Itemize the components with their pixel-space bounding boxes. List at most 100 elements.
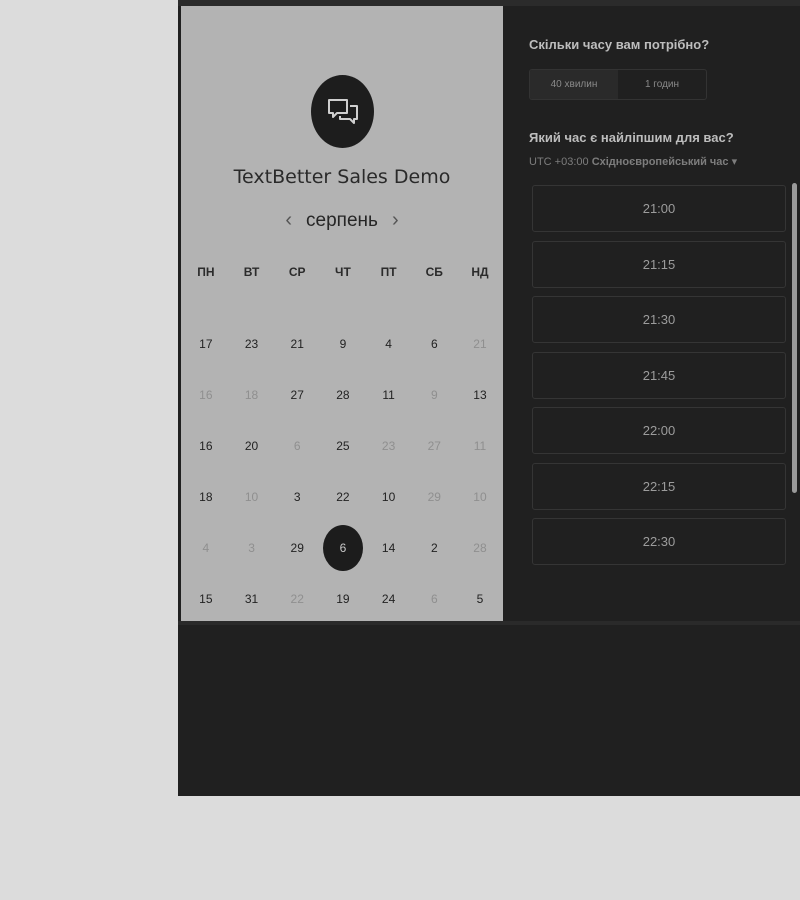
- calendar-day-number: 16: [199, 387, 213, 402]
- weekday-label: ВТ: [243, 265, 260, 279]
- calendar-day[interactable]: 16: [183, 420, 229, 471]
- calendar-day[interactable]: 24: [366, 573, 412, 624]
- calendar-day[interactable]: 6: [411, 573, 457, 624]
- time-slot-scrollbar[interactable]: [792, 183, 797, 493]
- calendar-day[interactable]: 27: [274, 369, 320, 420]
- calendar-day-number: 18: [199, 489, 213, 504]
- calendar-day[interactable]: 23: [366, 420, 412, 471]
- calendar-day[interactable]: 2: [411, 522, 457, 573]
- calendar-day[interactable]: 21: [274, 318, 320, 369]
- time-slot-button[interactable]: 21:30: [532, 296, 786, 343]
- calendar-week-row: 15 31 22 19 24 6 5: [183, 573, 503, 624]
- calendar-day[interactable]: 20: [229, 420, 275, 471]
- calendar-day[interactable]: 22: [320, 471, 366, 522]
- calendar-day-number: 6: [430, 336, 438, 351]
- duration-option[interactable]: 40 хвилин: [530, 70, 618, 99]
- calendar-day[interactable]: 10: [457, 471, 503, 522]
- calendar-day[interactable]: 27: [411, 420, 457, 471]
- weekday-label: ПН: [197, 265, 215, 279]
- calendar-day-number: 5: [476, 591, 484, 606]
- event-title: TextBetter Sales Demo: [233, 166, 451, 188]
- calendar-day-number: 25: [336, 438, 350, 453]
- calendar-day-number: 10: [244, 489, 259, 504]
- calendar-day[interactable]: 16: [183, 369, 229, 420]
- calendar-day-number: 15: [199, 591, 213, 606]
- duration-question: Скільки часу вам потрібно?: [529, 37, 710, 52]
- calendar-day[interactable]: 29: [274, 522, 320, 573]
- calendar-day-number: 18: [244, 387, 259, 402]
- calendar-week-row: 16 20 6 25 23 27 11: [183, 420, 503, 471]
- calendar-day[interactable]: 6: [274, 420, 320, 471]
- time-slot-button[interactable]: 21:00: [532, 185, 786, 232]
- calendar-day[interactable]: 28: [320, 369, 366, 420]
- calendar-day[interactable]: 19: [320, 573, 366, 624]
- calendar-day-number: 27: [427, 438, 441, 453]
- calendar-day-number: 6: [322, 524, 363, 571]
- timezone-selector[interactable]: UTC +03:00 Східноєвропейський час ▾: [529, 155, 737, 168]
- calendar-day[interactable]: 3: [274, 471, 320, 522]
- calendar-day[interactable]: 11: [457, 420, 503, 471]
- calendar-day[interactable]: 9: [320, 318, 366, 369]
- calendar-day-number: 22: [290, 591, 304, 606]
- calendar-day[interactable]: 31: [229, 573, 275, 624]
- calendar-day-number: 13: [473, 387, 487, 402]
- next-month-button[interactable]: ›: [392, 209, 399, 232]
- calendar-day[interactable]: 13: [457, 369, 503, 420]
- calendar-day[interactable]: 28: [457, 522, 503, 573]
- time-slot-button[interactable]: 22:00: [532, 407, 786, 454]
- calendar-day-number: 4: [385, 336, 392, 351]
- time-slot-button[interactable]: 22:30: [532, 518, 786, 565]
- calendar-day[interactable]: 23: [229, 318, 275, 369]
- calendar-day-number: 3: [248, 540, 255, 555]
- time-slot-button[interactable]: 22:15: [532, 462, 786, 510]
- calendar-day-number: 2: [430, 540, 438, 555]
- duration-selector: 40 хвилин 1 годин: [529, 69, 707, 100]
- calendar-week-row: 18 10 3 22 10 29 10: [183, 471, 503, 522]
- calendar-day[interactable]: 11: [366, 369, 412, 420]
- calendar-day[interactable]: 25: [320, 420, 366, 471]
- calendar-day[interactable]: 22: [274, 573, 320, 624]
- calendar-day-selected[interactable]: 6: [320, 522, 366, 573]
- month-label: серпень: [306, 209, 378, 231]
- calendar-day[interactable]: 5: [457, 573, 503, 624]
- calendar-day-number: 29: [290, 540, 304, 555]
- calendar-day[interactable]: 10: [229, 471, 275, 522]
- calendar-day[interactable]: 18: [183, 471, 229, 522]
- calendar-week-row: 16 18 27 28 11 9 13: [183, 369, 503, 420]
- calendar-day-number: 9: [339, 336, 347, 351]
- calendar-week-row: 4 3 29 6 14 2 28: [183, 522, 503, 573]
- calendar-day[interactable]: 14: [366, 522, 412, 573]
- calendar-day[interactable]: 10: [366, 471, 412, 522]
- event-calendar-panel: TextBetter Sales Demo ‹ серпень › ПН ВТ СР…: [181, 6, 503, 621]
- calendar-day-number: 17: [199, 336, 213, 351]
- calendar-day[interactable]: 4: [183, 522, 229, 573]
- calendar-day[interactable]: 29: [411, 471, 457, 522]
- calendar-day[interactable]: 3: [229, 522, 275, 573]
- month-navigation: ‹ серпень ›: [181, 209, 503, 232]
- prev-month-button[interactable]: ‹: [285, 209, 292, 232]
- time-slot-button[interactable]: 21:15: [532, 240, 786, 288]
- calendar-day-number: 3: [293, 489, 301, 504]
- calendar-day[interactable]: 17: [183, 318, 229, 369]
- calendar-day-number: 16: [199, 438, 213, 453]
- calendar-day[interactable]: 15: [183, 573, 229, 624]
- calendar-day-number: 23: [381, 438, 396, 453]
- weekday-header: ПН ВТ СР ЧТ ПТ СБ НД: [183, 265, 503, 279]
- calendar-day[interactable]: 4: [366, 318, 412, 369]
- calendar-day[interactable]: 18: [229, 369, 275, 420]
- time-slot-button[interactable]: 21:45: [532, 351, 786, 399]
- weekday-label: НД: [471, 265, 489, 279]
- calendar-day-number: 9: [430, 387, 438, 402]
- calendar-day[interactable]: 6: [411, 318, 457, 369]
- calendar-day-number: 10: [473, 489, 487, 504]
- weekday-label: СР: [288, 265, 306, 279]
- weekday-label: ЧТ: [335, 265, 351, 279]
- calendar-day[interactable]: 9: [411, 369, 457, 420]
- chat-bubbles-icon: [311, 75, 374, 148]
- calendar-day-number: 21: [473, 336, 487, 351]
- calendar-day[interactable]: 21: [457, 318, 503, 369]
- chevron-down-icon: ▾: [731, 156, 738, 168]
- calendar-day-number: 28: [336, 387, 350, 402]
- calendar-day-number: 14: [381, 540, 396, 555]
- duration-option[interactable]: 1 годин: [618, 70, 706, 99]
